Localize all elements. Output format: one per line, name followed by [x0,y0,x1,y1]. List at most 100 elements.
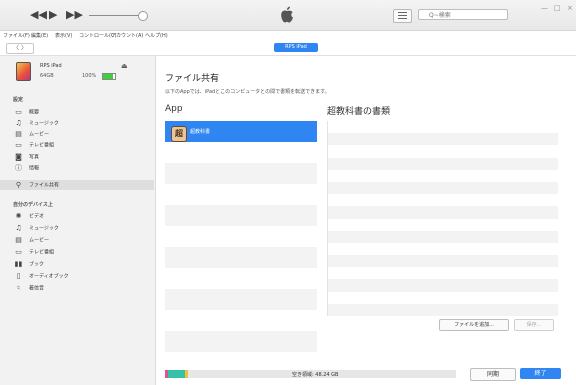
table-row [328,157,558,170]
app-label: 超教科書 [190,129,211,135]
file-sharing-icon: ⚲ [15,181,22,189]
battery-icon [102,73,116,80]
sidebar: RPS iPad 64GB 100% ⏏ 設定 ▭ 概要 ♫ ミュージック ▤ ムービ… [0,56,156,385]
tv-icon: ▭ [15,248,22,256]
list-item [165,331,317,352]
sidebar-item-tv-shows[interactable]: ▭ テレビ番組 [14,140,154,150]
battery-percent: 100% [82,73,97,79]
search-input[interactable]: Q~検索 [418,9,508,20]
sync-button[interactable]: 同期 [470,368,516,381]
done-button[interactable]: 終了 [520,368,561,379]
menu-help[interactable]: ヘルプ(H) [145,32,168,39]
menu-account[interactable]: アカウント(A) [111,32,143,39]
device-capacity: 64GB [40,73,54,79]
sidebar-item-device-tv-shows[interactable]: ▭ テレビ番組 [14,247,154,257]
sidebar-item-label: テレビ番組 [29,249,55,256]
documents-list[interactable] [327,121,558,316]
menu-edit[interactable]: 編集(E) [31,32,48,39]
close-button[interactable]: × [567,4,573,12]
app-list: 超 超教科書 [165,121,317,354]
sidebar-item-summary[interactable]: ▭ 概要 [14,107,154,117]
sidebar-item-device-video[interactable]: ✺ ビデオ [14,211,154,221]
eject-icon[interactable]: ⏏ [121,62,128,70]
volume-slider-track[interactable] [89,15,141,16]
sidebar-item-label: ミュージック [29,225,59,232]
table-row [328,219,558,231]
sidebar-item-label: 情報 [29,165,40,172]
storage-free-label: 空き領域: 48.24 GB [292,372,339,378]
page-description: 以下のAppでは、iPadとこのコンピュータとの間で書類を転送できます。 [165,89,330,95]
sidebar-item-device-tones[interactable]: ♮ 着信音 [14,283,154,293]
settings-header: 設定 [13,97,24,103]
video-icon: ✺ [15,212,22,220]
sidebar-item-file-sharing[interactable]: ⚲ ファイル共有 [0,180,154,190]
app-column-header: App [165,104,183,114]
sidebar-item-device-audiobooks[interactable]: ▯ オーディオブック [14,271,154,281]
play-icon[interactable]: ▶ [49,8,57,22]
sidebar-item-music[interactable]: ♫ ミュージック [14,118,154,128]
sidebar-item-device-music[interactable]: ♫ ミュージック [14,223,154,233]
bell-icon: ♮ [17,284,20,292]
table-row [328,170,558,182]
volume-slider-knob[interactable] [138,11,148,21]
sidebar-item-label: オーディオブック [29,273,69,280]
sidebar-item-label: ファイル共有 [29,182,60,189]
list-view-button[interactable] [393,9,412,23]
sidebar-item-movies[interactable]: ▤ ムービー [14,129,154,139]
menu-bar: ファイル(F) 編集(E) 表示(V) コントロール(C) アカウント(A) ヘ… [0,31,576,41]
fast-forward-icon[interactable]: ▶▶ [66,8,83,22]
nav-bar: 〈 〉 RPS iPad [0,41,576,56]
my-device-header: 自分のデバイス上 [13,202,53,208]
sidebar-item-label: 着信音 [29,285,45,292]
minimize-button[interactable]: — [541,4,548,12]
sidebar-item-photos[interactable]: ◙ 写真 [14,152,154,162]
back-forward-buttons[interactable]: 〈 〉 [6,43,34,54]
music-icon: ♫ [15,224,22,232]
device-button[interactable]: RPS iPad [274,43,318,52]
list-item [165,247,317,268]
title-bar: ◀◀ ▶ ▶▶ ⌕ Q~検索 — □ × [0,0,576,31]
save-button[interactable]: 保存... [514,319,554,331]
sidebar-item-label: 写真 [29,154,40,161]
sidebar-item-device-movies[interactable]: ▤ ムービー [14,235,154,245]
list-item [165,268,317,289]
sidebar-item-label: ムービー [29,237,50,244]
sidebar-item-device-books[interactable]: ▮▮ ブック [14,259,154,269]
summary-icon: ▭ [15,108,22,116]
sidebar-item-label: ムービー [29,131,50,138]
list-item [165,163,317,184]
table-row [328,145,558,157]
table-row [328,194,558,206]
apple-logo-icon [281,6,293,23]
book-icon: ▮▮ [14,260,23,268]
list-item [165,205,317,226]
audiobook-icon: ▯ [16,272,21,280]
maximize-button[interactable]: □ [554,4,561,12]
ipad-icon [16,62,31,81]
menu-view[interactable]: 表示(V) [55,32,72,39]
table-row [328,206,558,219]
list-item[interactable]: 超 超教科書 [165,121,317,142]
storage-segment [168,370,185,378]
table-row [328,133,558,146]
sidebar-item-label: テレビ番組 [29,142,55,149]
list-item [165,310,317,331]
movie-icon: ▤ [15,236,22,244]
list-item [165,142,317,163]
sidebar-item-label: ミュージック [29,120,59,127]
camera-icon: ◙ [15,153,22,161]
storage-segment [185,370,188,378]
list-item [165,226,317,247]
movie-icon: ▤ [15,130,22,138]
table-row [328,303,558,316]
add-file-button[interactable]: ファイルを追加... [439,319,509,331]
menu-file[interactable]: ファイル(F) [3,32,30,39]
list-item [165,289,317,310]
table-row [328,279,558,292]
rewind-icon[interactable]: ◀◀ [30,8,47,22]
sidebar-item-info[interactable]: ⓘ 情報 [14,163,154,173]
info-icon: ⓘ [15,164,22,172]
sidebar-item-label: ビデオ [29,213,45,220]
table-row [328,230,558,243]
table-row [328,181,558,195]
